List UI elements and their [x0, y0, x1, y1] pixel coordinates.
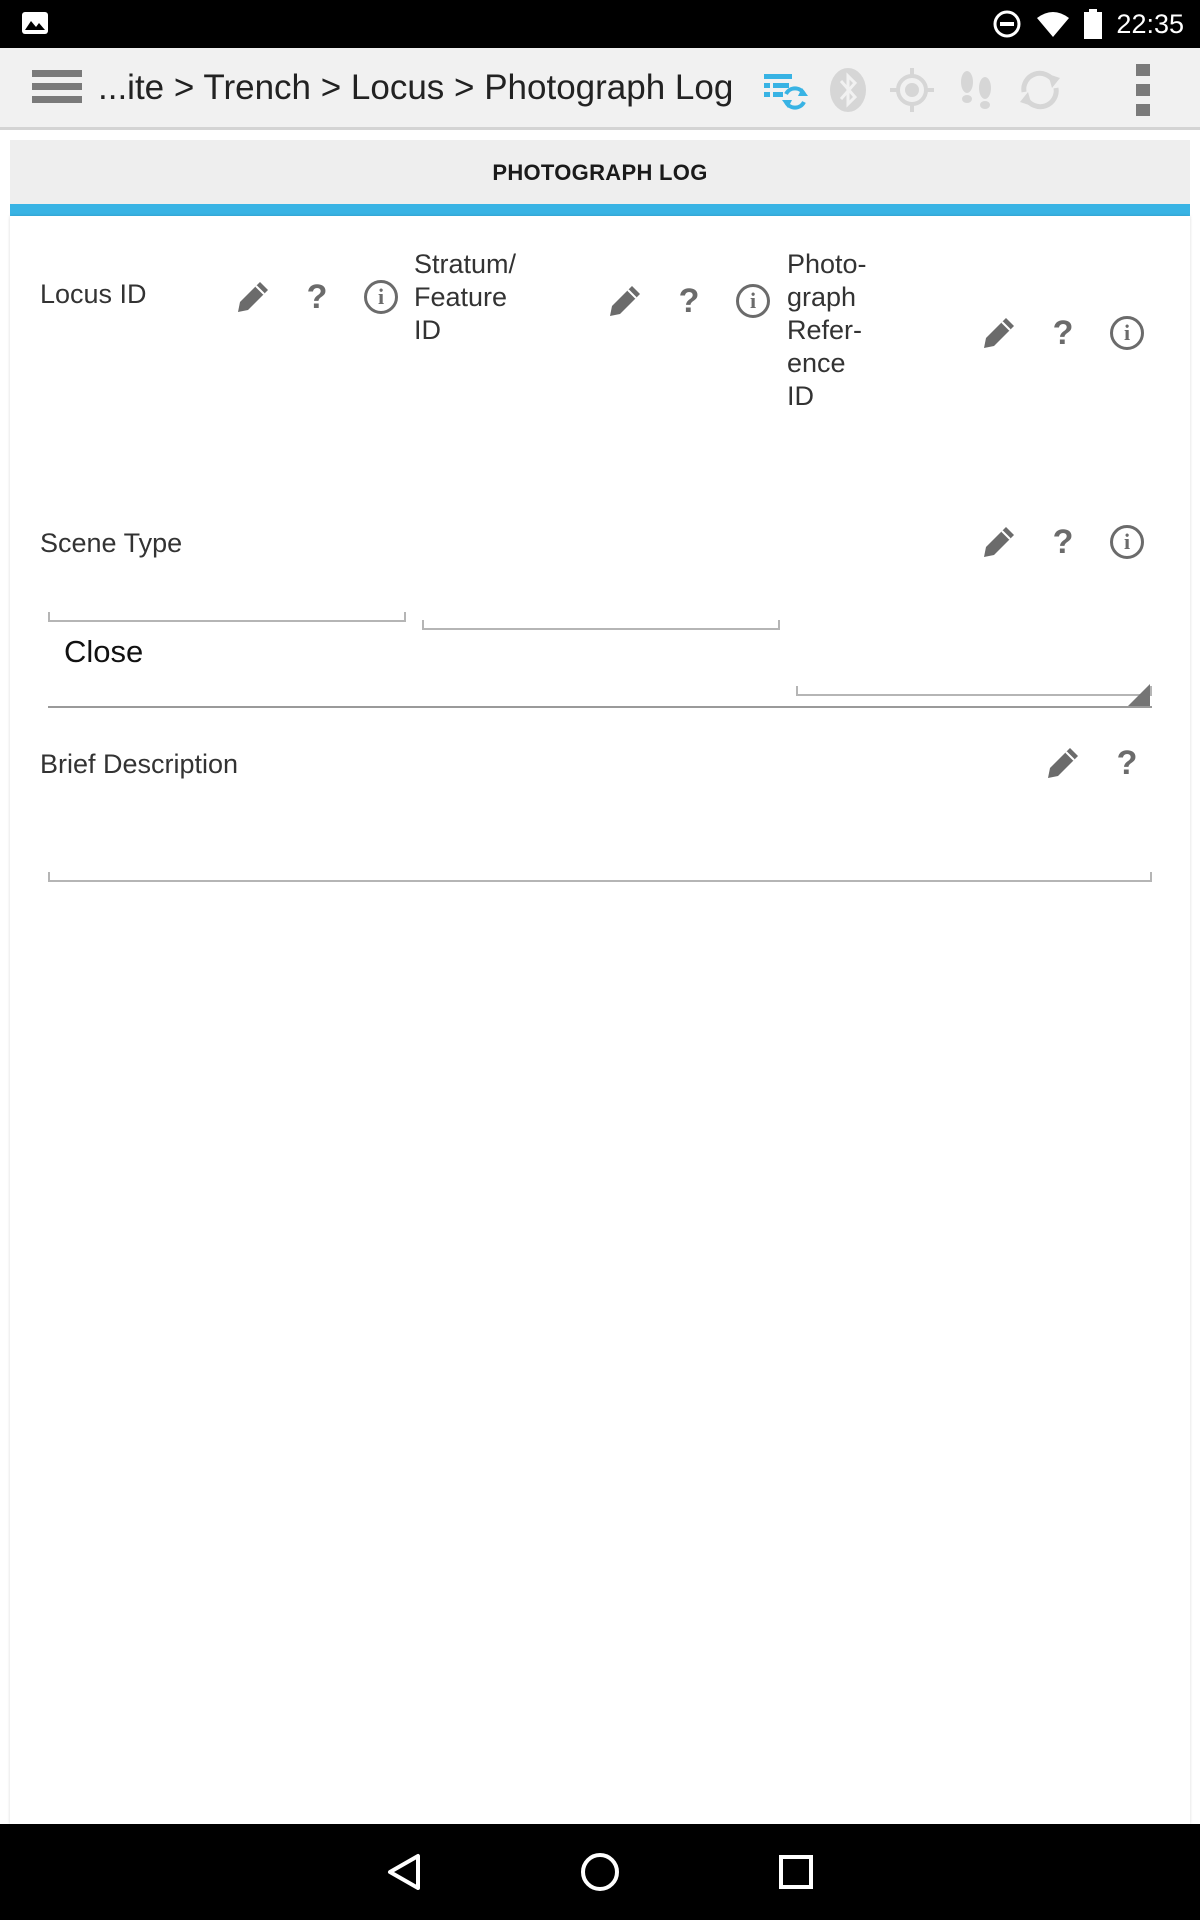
- sync-list-icon[interactable]: [760, 66, 808, 114]
- pencil-icon[interactable]: [1044, 744, 1082, 782]
- navigation-bar: [0, 1824, 1200, 1920]
- brief-description-label: Brief Description: [40, 749, 239, 779]
- overflow-menu-icon[interactable]: [1136, 64, 1150, 116]
- recents-icon[interactable]: [770, 1846, 822, 1898]
- pencil-icon[interactable]: [606, 282, 644, 320]
- wifi-icon: [1037, 12, 1070, 37]
- info-icon[interactable]: i: [734, 282, 772, 320]
- bluetooth-icon[interactable]: [824, 66, 872, 114]
- scene-type-label: Scene Type: [40, 528, 183, 558]
- stratum-feature-id-label: Stratum/ Feature ID: [414, 249, 517, 345]
- section-accent-bar: [10, 204, 1190, 216]
- do-not-disturb-icon: [993, 10, 1021, 38]
- home-icon[interactable]: [574, 1846, 626, 1898]
- battery-icon: [1084, 9, 1103, 39]
- info-icon[interactable]: i: [362, 278, 400, 316]
- breadcrumb[interactable]: ...ite > Trench > Locus > Photograph Log: [98, 68, 733, 108]
- locus-id-label: Locus ID: [40, 279, 147, 309]
- dropdown-arrow-icon: [1128, 684, 1150, 706]
- help-icon[interactable]: ?: [1044, 523, 1082, 561]
- scene-type-underline: [48, 706, 1152, 708]
- help-icon[interactable]: ?: [670, 282, 708, 320]
- info-icon[interactable]: i: [1108, 523, 1146, 561]
- help-icon[interactable]: ?: [1108, 744, 1146, 782]
- back-icon[interactable]: [378, 1846, 430, 1898]
- scene-type-selected: Close: [64, 634, 144, 669]
- pencil-icon[interactable]: [234, 278, 272, 316]
- refresh-icon[interactable]: [1016, 66, 1064, 114]
- gps-target-icon[interactable]: [888, 66, 936, 114]
- action-bar: ...ite > Trench > Locus > Photograph Log: [0, 48, 1200, 130]
- photo-reference-id-label: Photo- graph Refer- ence ID: [787, 249, 867, 411]
- info-icon[interactable]: i: [1108, 314, 1146, 352]
- stratum-feature-id-input[interactable]: [422, 620, 780, 630]
- help-icon[interactable]: ?: [1044, 314, 1082, 352]
- clock: 22:35: [1116, 8, 1184, 39]
- section-header: PHOTOGRAPH LOG: [10, 140, 1190, 206]
- brief-description-input[interactable]: [48, 872, 1152, 882]
- status-icons: 22:35: [992, 0, 1184, 48]
- pencil-icon[interactable]: [980, 314, 1018, 352]
- image-icon: [22, 12, 48, 34]
- pencil-icon[interactable]: [980, 523, 1018, 561]
- photo-reference-id-input[interactable]: [796, 686, 1152, 696]
- status-bar: 22:35: [0, 0, 1200, 48]
- help-icon[interactable]: ?: [298, 278, 336, 316]
- locus-id-input[interactable]: [48, 612, 406, 622]
- menu-icon[interactable]: [32, 70, 82, 110]
- footsteps-icon[interactable]: [952, 66, 1000, 114]
- section-title: PHOTOGRAPH LOG: [492, 160, 708, 185]
- form-content: Locus ID ? i Stratum/ Feature ID ? i Pho…: [10, 216, 1190, 1824]
